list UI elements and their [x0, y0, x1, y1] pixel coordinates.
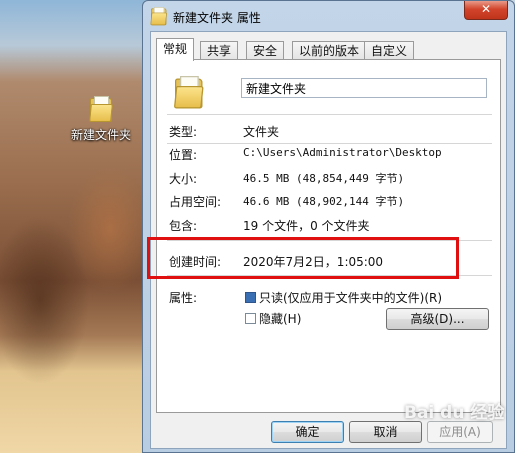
apply-button[interactable]: 应用(A)	[427, 421, 493, 443]
tab-sharing[interactable]: 共享	[200, 41, 239, 60]
size-on-disk-label: 占用空间:	[169, 195, 222, 209]
divider	[167, 143, 492, 144]
contains-value: 19 个文件，0 个文件夹	[243, 219, 370, 233]
created-value: 2020年7月2日，1:05:00	[243, 255, 384, 269]
properties-dialog: 新建文件夹 属性 ✕ 常规 共享 安全 以前的版本 自定义 类型: 文件夹 位置…	[142, 0, 515, 453]
location-value: C:\Users\Administrator\Desktop	[243, 146, 442, 159]
title-bar[interactable]: 新建文件夹 属性 ✕	[143, 1, 514, 31]
type-value: 文件夹	[243, 125, 280, 139]
tab-security[interactable]: 安全	[246, 41, 285, 60]
hidden-label[interactable]: 隐藏(H)	[259, 310, 301, 327]
divider	[167, 240, 492, 241]
desktop-wallpaper: 新建文件夹	[0, 0, 150, 453]
hidden-checkbox[interactable]	[245, 313, 256, 324]
readonly-checkbox[interactable]	[245, 292, 256, 303]
advanced-button[interactable]: 高级(D)...	[386, 308, 489, 330]
desktop-folder-label: 新建文件夹	[70, 128, 131, 142]
divider	[167, 275, 492, 276]
folder-icon	[89, 96, 113, 122]
divider	[167, 114, 492, 115]
tab-customize[interactable]: 自定义	[364, 41, 415, 60]
window-title: 新建文件夹 属性	[173, 11, 261, 25]
tab-previous-versions[interactable]: 以前的版本	[292, 41, 367, 60]
contains-label: 包含:	[169, 219, 198, 233]
folder-name-input[interactable]	[241, 78, 487, 98]
tab-general[interactable]: 常规	[156, 38, 195, 61]
attributes-label: 属性:	[169, 291, 198, 305]
size-on-disk-value: 46.6 MB (48,902,144 字节)	[243, 195, 405, 208]
ok-button[interactable]: 确定	[271, 421, 344, 443]
folder-icon	[150, 7, 168, 26]
location-label: 位置:	[169, 148, 198, 162]
watermark: Bai du 经验	[404, 403, 505, 423]
type-label: 类型:	[169, 125, 198, 139]
cancel-button[interactable]: 取消	[349, 421, 422, 443]
size-label: 大小:	[169, 172, 198, 186]
close-button[interactable]: ✕	[464, 1, 508, 20]
created-label: 创建时间:	[169, 255, 222, 269]
dialog-client-area: 常规 共享 安全 以前的版本 自定义 类型: 文件夹 位置: C:\Users\…	[150, 31, 507, 449]
readonly-label[interactable]: 只读(仅应用于文件夹中的文件)(R)	[259, 289, 442, 306]
size-value: 46.5 MB (48,854,449 字节)	[243, 172, 405, 185]
folder-icon	[173, 76, 204, 109]
desktop-folder-shortcut[interactable]: 新建文件夹	[62, 96, 140, 143]
general-tab-panel: 类型: 文件夹 位置: C:\Users\Administrator\Deskt…	[156, 59, 501, 413]
